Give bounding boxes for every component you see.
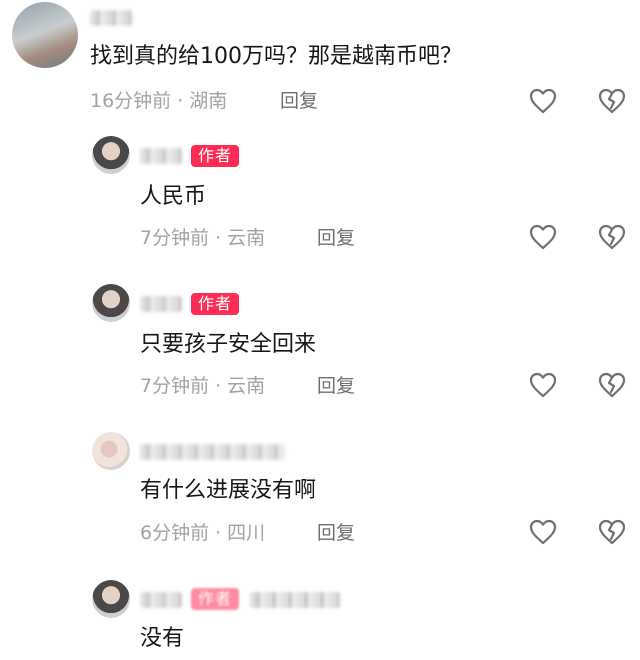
avatar[interactable] [92,432,130,470]
meta-separator: · [215,227,222,249]
broken-heart-icon[interactable] [598,519,626,545]
author-badge: 作者 [191,145,240,167]
reply-button[interactable]: 回复 [317,373,355,399]
comment-location: 云南 [227,375,266,397]
username-blurred[interactable] [140,296,182,312]
avatar[interactable] [92,580,130,618]
comment-time: 6分钟前 [140,522,210,544]
reply-button[interactable]: 回复 [317,225,355,251]
meta-separator: · [177,90,184,112]
reply-item: 作者 只要孩子安全回来 7分钟前 · 云南 回复 [0,284,640,409]
broken-heart-icon[interactable] [598,88,626,114]
comment-meta: 7分钟前 · 云南 [140,373,265,399]
meta-separator: · [215,375,222,397]
username-blurred[interactable] [90,10,132,26]
comment-text: 没有 [140,626,185,651]
username-blurred[interactable] [140,148,182,164]
avatar[interactable] [12,2,78,68]
comment-time: 7分钟前 [140,227,210,249]
meta-separator: · [215,522,222,544]
username-blurred[interactable] [140,444,285,460]
comment-location: 湖南 [189,90,228,112]
comment-item: 找到真的给100万吗？那是越南币吧？ 16分钟前 · 湖南 回复 [0,0,640,125]
username-blurred[interactable] [140,592,182,608]
author-badge: 作者 [191,293,240,315]
broken-heart-icon[interactable] [598,372,626,398]
comment-time: 7分钟前 [140,375,210,397]
comment-meta: 16分钟前 · 湖南 [90,88,227,114]
avatar[interactable] [92,284,130,322]
reply-button[interactable]: 回复 [317,520,355,546]
heart-outline-icon[interactable] [529,224,557,250]
reply-item: 作者 人民币 7分钟前 · 云南 回复 [0,136,640,261]
broken-heart-icon[interactable] [598,224,626,250]
reply-to-blurred [250,592,340,608]
author-badge: 作者 [191,588,240,610]
heart-outline-icon[interactable] [529,372,557,398]
reply-item: 作者 没有 [0,580,640,660]
reply-item: 有什么进展没有啊 6分钟前 · 四川 回复 [0,432,640,557]
comment-meta: 6分钟前 · 四川 [140,520,265,546]
comment-text: 找到真的给100万吗？那是越南币吧？ [90,44,462,69]
reply-button[interactable]: 回复 [280,88,318,114]
comment-location: 云南 [227,227,266,249]
comment-text: 人民币 [140,184,207,209]
comment-text: 有什么进展没有啊 [140,478,317,503]
heart-outline-icon[interactable] [529,88,557,114]
comment-meta: 7分钟前 · 云南 [140,225,265,251]
heart-outline-icon[interactable] [529,519,557,545]
comment-text: 只要孩子安全回来 [140,332,317,357]
comment-time: 16分钟前 [90,90,172,112]
comment-location: 四川 [227,522,266,544]
avatar[interactable] [92,136,130,174]
